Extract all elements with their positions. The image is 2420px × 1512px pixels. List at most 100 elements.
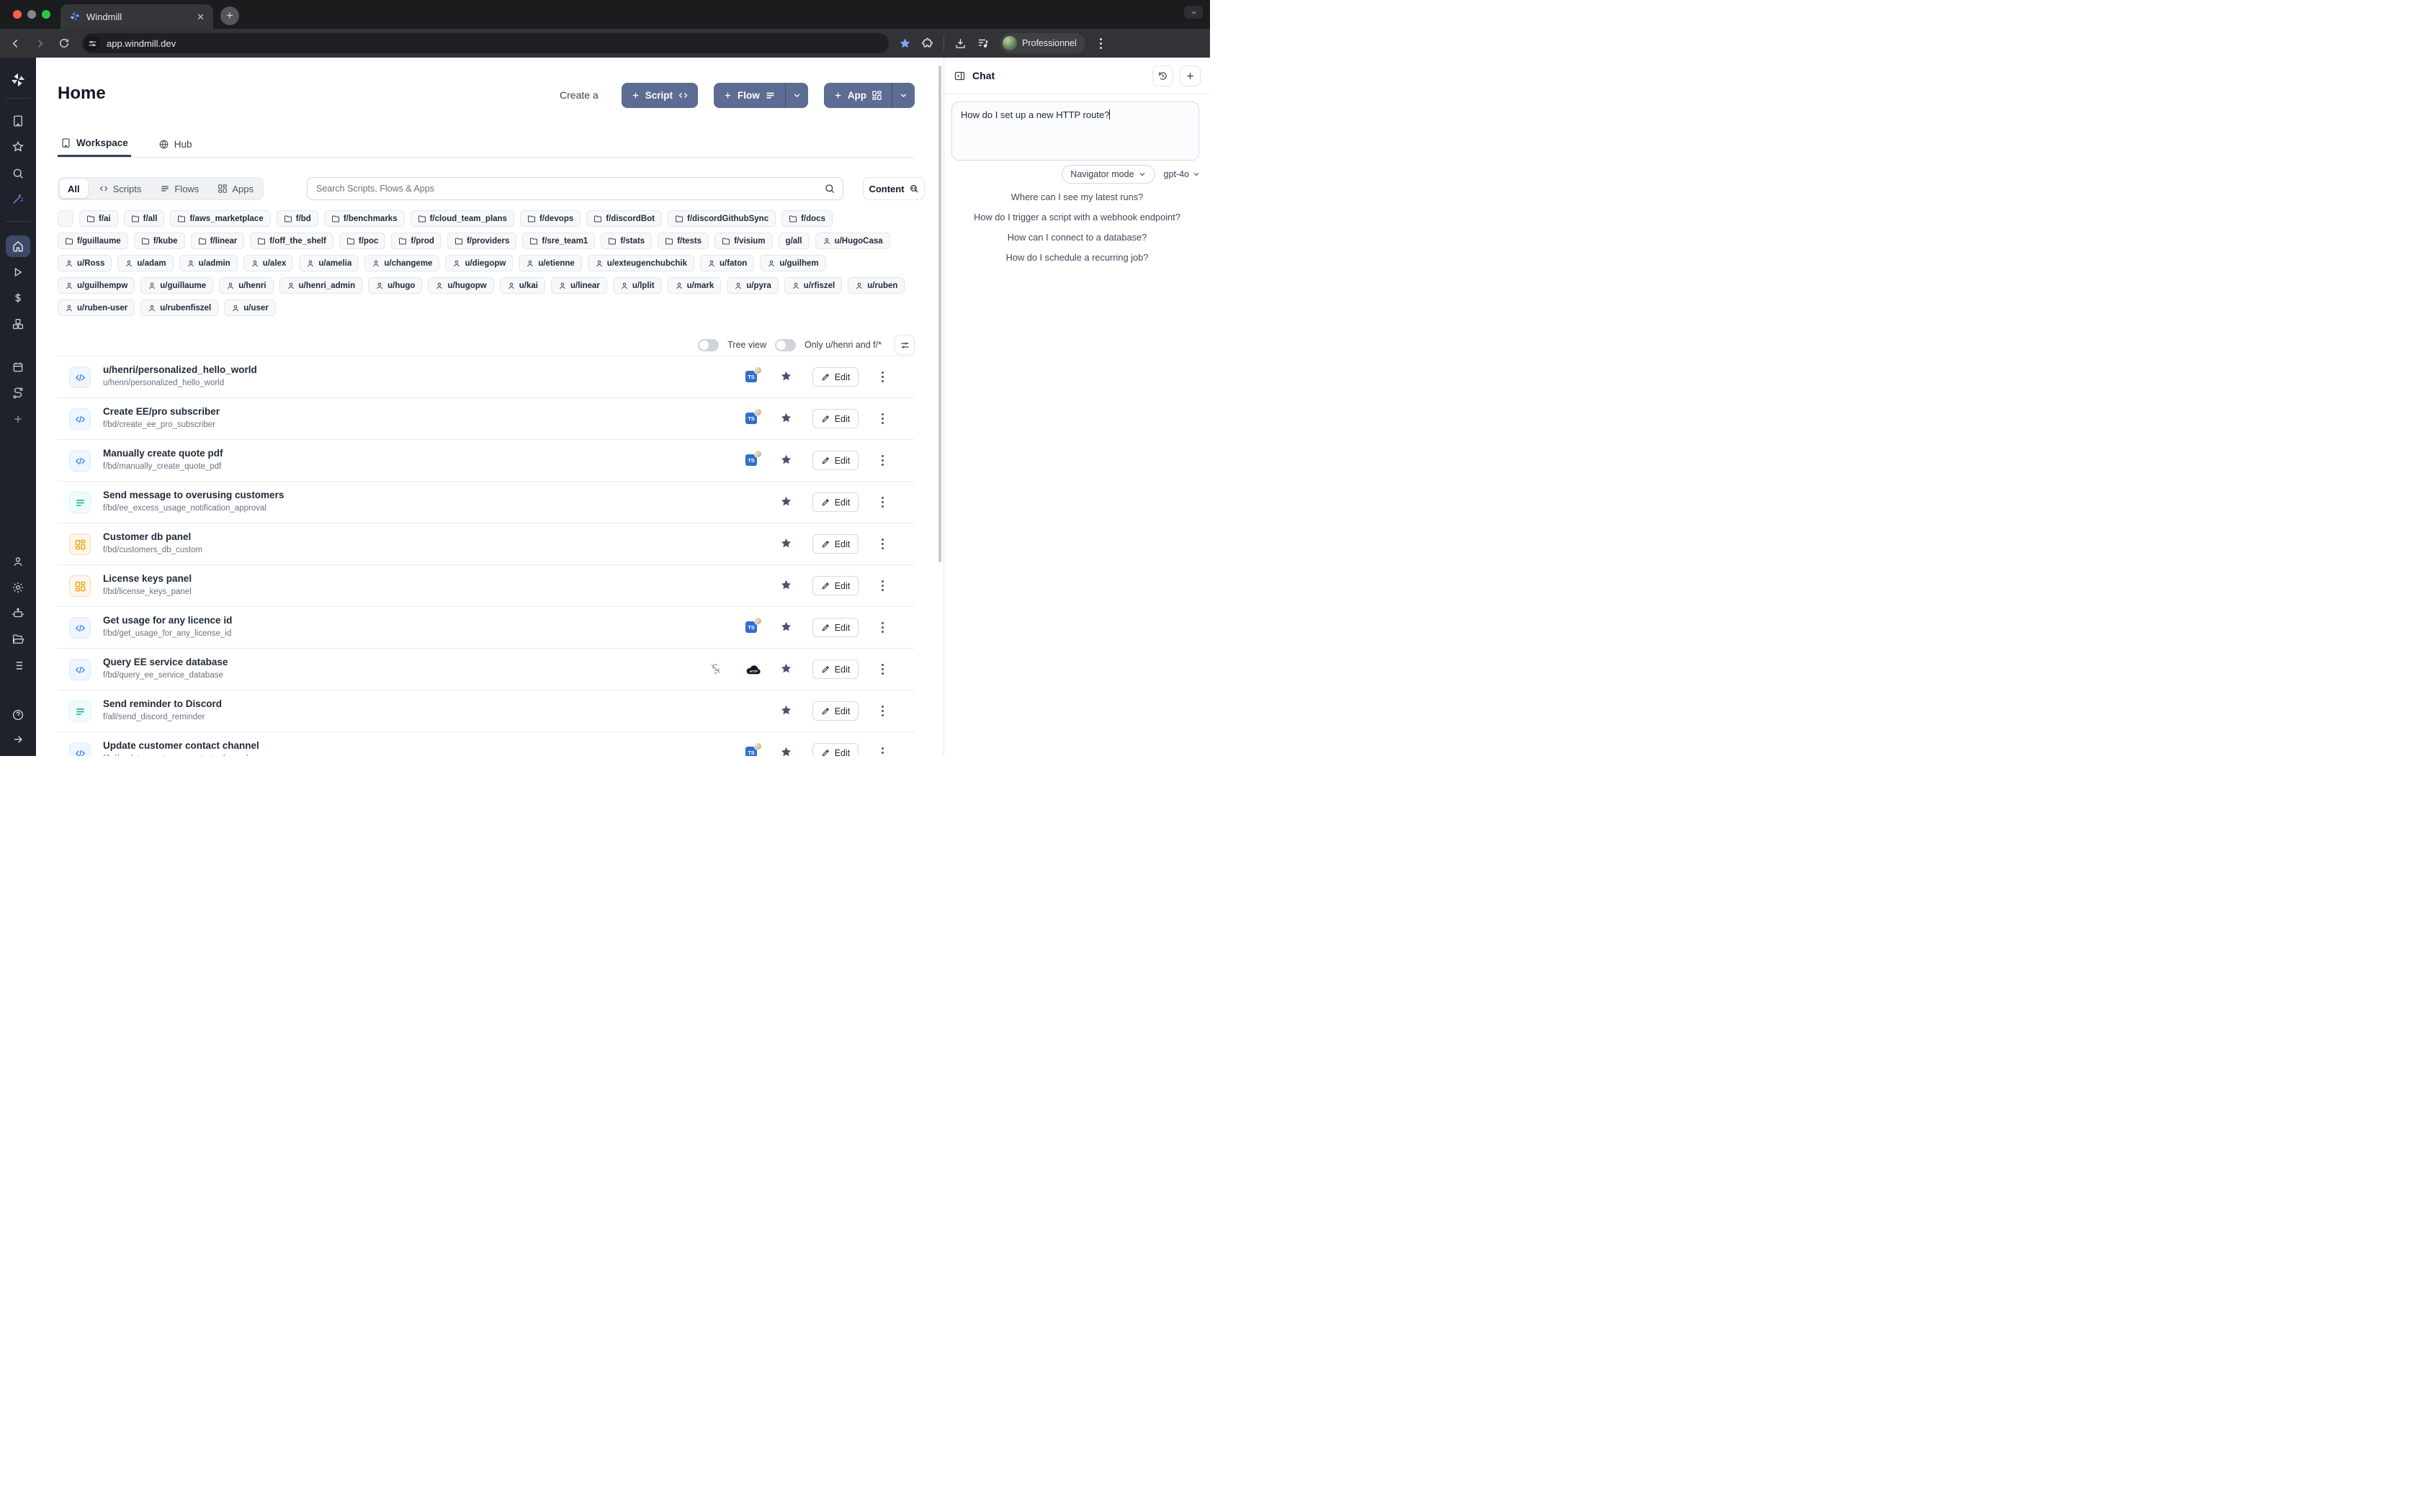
filter-all[interactable]: All	[60, 179, 88, 198]
user-chip[interactable]: u/etienne	[519, 255, 581, 271]
folder-chip[interactable]: f/off_the_shelf	[250, 233, 333, 249]
user-chip[interactable]: u/exteugenchubchik	[588, 255, 694, 271]
item-row[interactable]: Send message to overusing customersf/bd/…	[58, 481, 915, 523]
item-menu-icon[interactable]	[879, 664, 887, 675]
item-row[interactable]: Get usage for any licence idf/bd/get_usa…	[58, 606, 915, 648]
folder-chip[interactable]: f/discordGithubSync	[668, 210, 776, 227]
user-chip[interactable]: u/henri	[219, 277, 273, 294]
only-filter-toggle[interactable]	[775, 339, 796, 351]
edit-button[interactable]: Edit	[812, 743, 859, 756]
user-chip[interactable]: u/pyra	[727, 277, 779, 294]
new-tab-button[interactable]: +	[220, 6, 239, 25]
reload-icon[interactable]	[52, 37, 76, 49]
folder-chip[interactable]: f/devops	[520, 210, 581, 227]
user-chip[interactable]: u/changeme	[364, 255, 439, 271]
chat-history-button[interactable]	[1152, 66, 1173, 86]
sidebar-item-folders[interactable]	[12, 633, 24, 646]
create-script-button[interactable]: Script	[622, 83, 698, 108]
item-menu-icon[interactable]	[879, 455, 887, 466]
user-chip[interactable]: u/hugo	[368, 277, 422, 294]
user-chip[interactable]: u/linear	[551, 277, 607, 294]
sidebar-item-workers[interactable]	[12, 607, 24, 620]
media-controls-icon[interactable]	[977, 37, 990, 50]
user-chip[interactable]: u/admin	[179, 255, 238, 271]
back-icon[interactable]	[3, 37, 27, 50]
app-dropdown-chevron-icon[interactable]	[892, 83, 915, 108]
sidebar-item-add[interactable]	[12, 413, 24, 425]
chat-suggestion[interactable]: How do I trigger a script with a webhook…	[974, 212, 1180, 222]
edit-button[interactable]: Edit	[812, 534, 859, 554]
user-chip[interactable]: u/lplit	[613, 277, 662, 294]
item-row[interactable]: Query EE service databasef/bd/query_ee_s…	[58, 648, 915, 690]
edit-button[interactable]: Edit	[812, 660, 859, 679]
item-row[interactable]: Customer db panelf/bd/customers_db_custo…	[58, 523, 915, 564]
favorite-star-icon[interactable]	[780, 662, 792, 675]
traffic-minimize-button[interactable]	[27, 10, 36, 19]
bookmark-star-icon[interactable]	[899, 37, 911, 50]
browser-tab[interactable]: Windmill ✕	[60, 4, 213, 29]
panel-collapse-icon[interactable]	[954, 70, 966, 82]
item-menu-icon[interactable]	[879, 539, 887, 549]
url-bar[interactable]: app.windmill.dev	[82, 33, 889, 53]
user-chip[interactable]: u/alex	[243, 255, 294, 271]
sidebar-item-home[interactable]	[12, 240, 24, 253]
user-chip[interactable]: u/user	[224, 300, 276, 316]
user-chip[interactable]: u/guilhem	[760, 255, 825, 271]
create-app-button[interactable]: App	[824, 83, 915, 108]
folder-chip[interactable]: f/discordBot	[586, 210, 662, 227]
downloads-icon[interactable]	[954, 37, 967, 50]
filter-flows[interactable]: Flows	[152, 179, 207, 198]
folder-chip[interactable]: f/kube	[134, 233, 185, 249]
user-chip[interactable]: u/guillaume	[140, 277, 213, 294]
edit-button[interactable]: Edit	[812, 701, 859, 721]
tab-search-icon[interactable]	[1184, 6, 1203, 19]
folder-chip[interactable]: f/all	[124, 210, 165, 227]
traffic-close-button[interactable]	[13, 10, 22, 19]
sidebar-item-search[interactable]	[12, 167, 24, 180]
item-menu-icon[interactable]	[879, 580, 887, 591]
sidebar-expand-icon[interactable]	[12, 734, 24, 746]
sidebar-item-help[interactable]	[12, 708, 24, 721]
sidebar-item-settings[interactable]	[12, 581, 24, 594]
favorite-star-icon[interactable]	[780, 412, 792, 424]
forward-icon[interactable]	[27, 37, 52, 50]
user-chip[interactable]: u/amelia	[299, 255, 359, 271]
user-chip[interactable]: u/rubenfiszel	[140, 300, 218, 316]
content-search-button[interactable]: Content	[863, 177, 925, 200]
favorite-star-icon[interactable]	[780, 537, 792, 549]
traffic-zoom-button[interactable]	[42, 10, 50, 19]
edit-button[interactable]: Edit	[812, 492, 859, 512]
edit-button[interactable]: Edit	[812, 409, 859, 428]
item-row[interactable]: Create EE/pro subscriberf/bd/create_ee_p…	[58, 397, 915, 439]
user-chip[interactable]: u/rfiszel	[784, 277, 842, 294]
edit-button[interactable]: Edit	[812, 367, 859, 387]
user-chip[interactable]: u/hugopw	[428, 277, 493, 294]
folder-chip[interactable]: f/prod	[391, 233, 442, 249]
folder-chip[interactable]: f/ai	[79, 210, 118, 227]
tab-hub[interactable]: Hub	[156, 131, 195, 157]
folder-chip[interactable]: f/bd	[277, 210, 318, 227]
chat-suggestion[interactable]: Where can I see my latest runs?	[1011, 192, 1144, 202]
item-menu-icon[interactable]	[879, 413, 887, 424]
filter-apps[interactable]: Apps	[210, 179, 261, 198]
browser-profile-chip[interactable]: Professionnel	[1000, 33, 1085, 53]
favorite-star-icon[interactable]	[780, 454, 792, 466]
sidebar-item-user[interactable]	[12, 556, 24, 568]
user-chip[interactable]: u/mark	[668, 277, 722, 294]
group-chip[interactable]: g/all	[779, 233, 810, 249]
user-chip[interactable]: u/adam	[117, 255, 173, 271]
user-chip[interactable]: u/faton	[700, 255, 754, 271]
sidebar-item-favorites[interactable]	[12, 140, 24, 153]
user-chip[interactable]: u/ruben-user	[58, 300, 135, 316]
item-menu-icon[interactable]	[879, 372, 887, 382]
item-menu-icon[interactable]	[879, 706, 887, 716]
folder-chip[interactable]: f/benchmarks	[324, 210, 405, 227]
search-box[interactable]	[307, 177, 843, 200]
create-flow-button[interactable]: Flow	[714, 83, 808, 108]
item-row[interactable]: u/henri/personalized_hello_worldu/henri/…	[58, 356, 915, 397]
chat-input[interactable]: How do I set up a new HTTP route?	[951, 102, 1199, 161]
folder-chip[interactable]: f/aws_marketplace	[170, 210, 270, 227]
chat-suggestion[interactable]: How do I schedule a recurring job?	[1006, 252, 1149, 263]
display-settings-button[interactable]	[895, 335, 915, 355]
user-chip[interactable]: u/ruben	[848, 277, 905, 294]
